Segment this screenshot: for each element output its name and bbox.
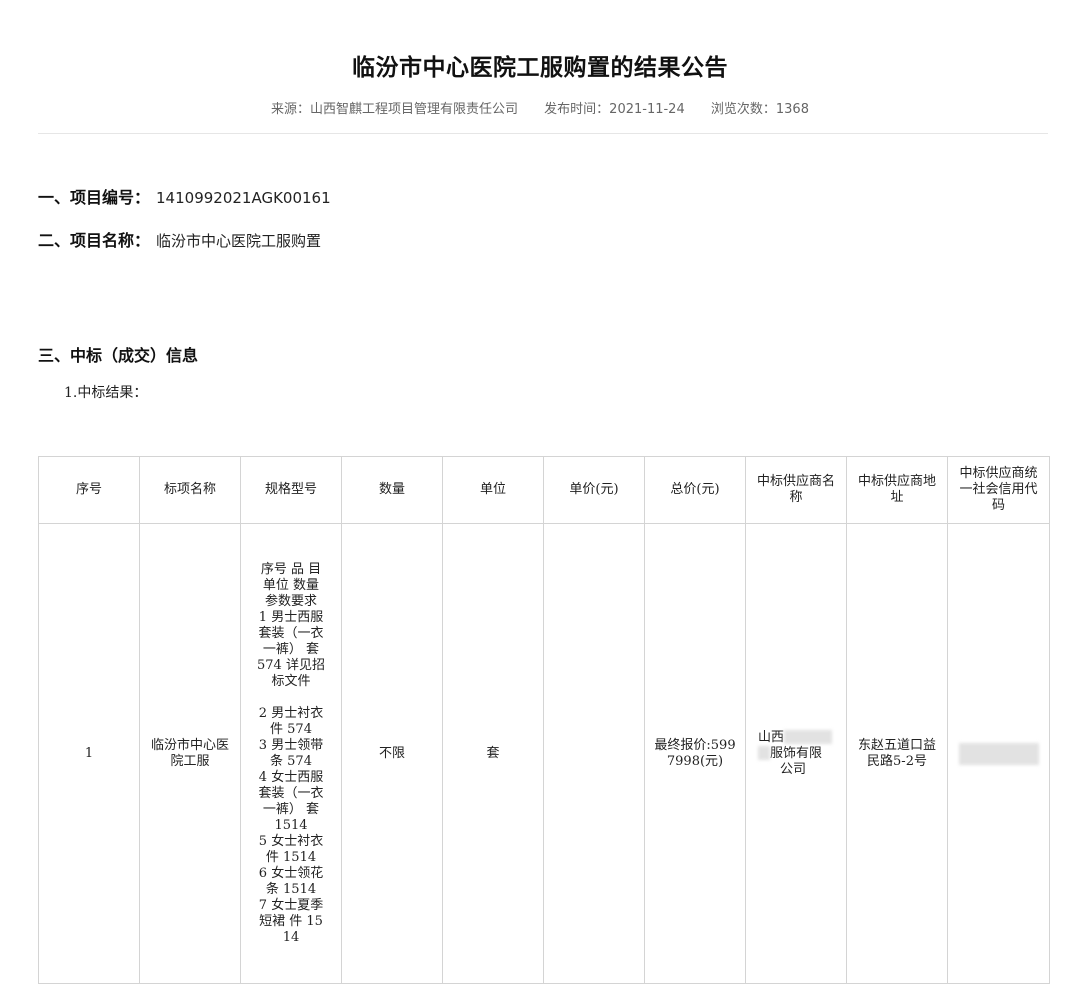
cell-supplier-name: 山西 服饰有限 公司 xyxy=(745,523,847,984)
table-header-row: 序号 标项名称 规格型号 数量 单位 单价(元) 总价(元) 中标供应商名称 中… xyxy=(38,456,1050,524)
cell-unit: 套 xyxy=(442,523,544,984)
header-seq: 序号 xyxy=(38,456,140,524)
redaction-blur xyxy=(784,730,833,744)
project-name-label: 二、项目名称： xyxy=(38,231,151,250)
cell-quantity: 不限 xyxy=(341,523,443,984)
project-number-label: 一、项目编号： xyxy=(38,188,151,207)
header-supplier-name: 中标供应商名称 xyxy=(745,456,847,524)
header-unit-price: 单价(元) xyxy=(543,456,645,524)
project-name: 二、项目名称： 临汾市中心医院工服购置 xyxy=(38,227,321,251)
header-credit-code: 中标供应商统一社会信用代码 xyxy=(947,456,1050,524)
cell-unit-price xyxy=(543,523,645,984)
page-title: 临汾市中心医院工服购置的结果公告 xyxy=(352,55,728,81)
source-text: 来源：山西智麒工程项目管理有限责任公司 xyxy=(271,102,519,117)
project-name-value: 临汾市中心医院工服购置 xyxy=(156,232,322,250)
publish-time: 发布时间：2021-11-24 xyxy=(544,102,685,117)
award-info-heading: 三、中标（成交）信息 xyxy=(38,342,198,366)
header-quantity: 数量 xyxy=(341,456,443,524)
cell-spec: 序号 品 目 单位 数量 参数要求 1 男士西服 套装（一衣 一裤） 套 574… xyxy=(240,523,342,984)
cell-seq: 1 xyxy=(38,523,140,984)
divider xyxy=(38,133,1048,134)
cell-supplier-address: 东赵五道口益民路5-2号 xyxy=(846,523,948,984)
project-number: 一、项目编号： 1410992021AGK00161 xyxy=(38,184,331,208)
supplier-name-start: 山西 xyxy=(758,729,785,745)
result-heading: 1.中标结果： xyxy=(64,385,148,401)
cell-credit-code xyxy=(947,523,1050,984)
view-count: 浏览次数：1368 xyxy=(710,102,809,117)
header-unit: 单位 xyxy=(442,456,544,524)
supplier-name-end: 公司 xyxy=(779,761,806,777)
cell-item-name: 临汾市中心医院工服 xyxy=(139,523,241,984)
header-spec: 规格型号 xyxy=(240,456,342,524)
header-supplier-address: 中标供应商地址 xyxy=(846,456,948,524)
award-info-label: 三、中标（成交）信息 xyxy=(38,346,199,365)
redaction-blur xyxy=(758,746,770,760)
redaction-blur xyxy=(958,742,1039,765)
header-total-price: 总价(元) xyxy=(644,456,746,524)
project-number-value: 1410992021AGK00161 xyxy=(156,189,331,207)
header-item-name: 标项名称 xyxy=(139,456,241,524)
award-result-table: 序号 标项名称 规格型号 数量 单位 单价(元) 总价(元) 中标供应商名称 中… xyxy=(38,456,1050,984)
cell-total-price: 最终报价:5997998(元) xyxy=(644,523,746,984)
article-meta: 来源：山西智麒工程项目管理有限责任公司 发布时间：2021-11-24 浏览次数… xyxy=(0,98,1080,117)
supplier-name-mid: 服饰有限 xyxy=(770,745,823,761)
table-row: 1 临汾市中心医院工服 序号 品 目 单位 数量 参数要求 1 男士西服 套装（… xyxy=(38,523,1050,984)
